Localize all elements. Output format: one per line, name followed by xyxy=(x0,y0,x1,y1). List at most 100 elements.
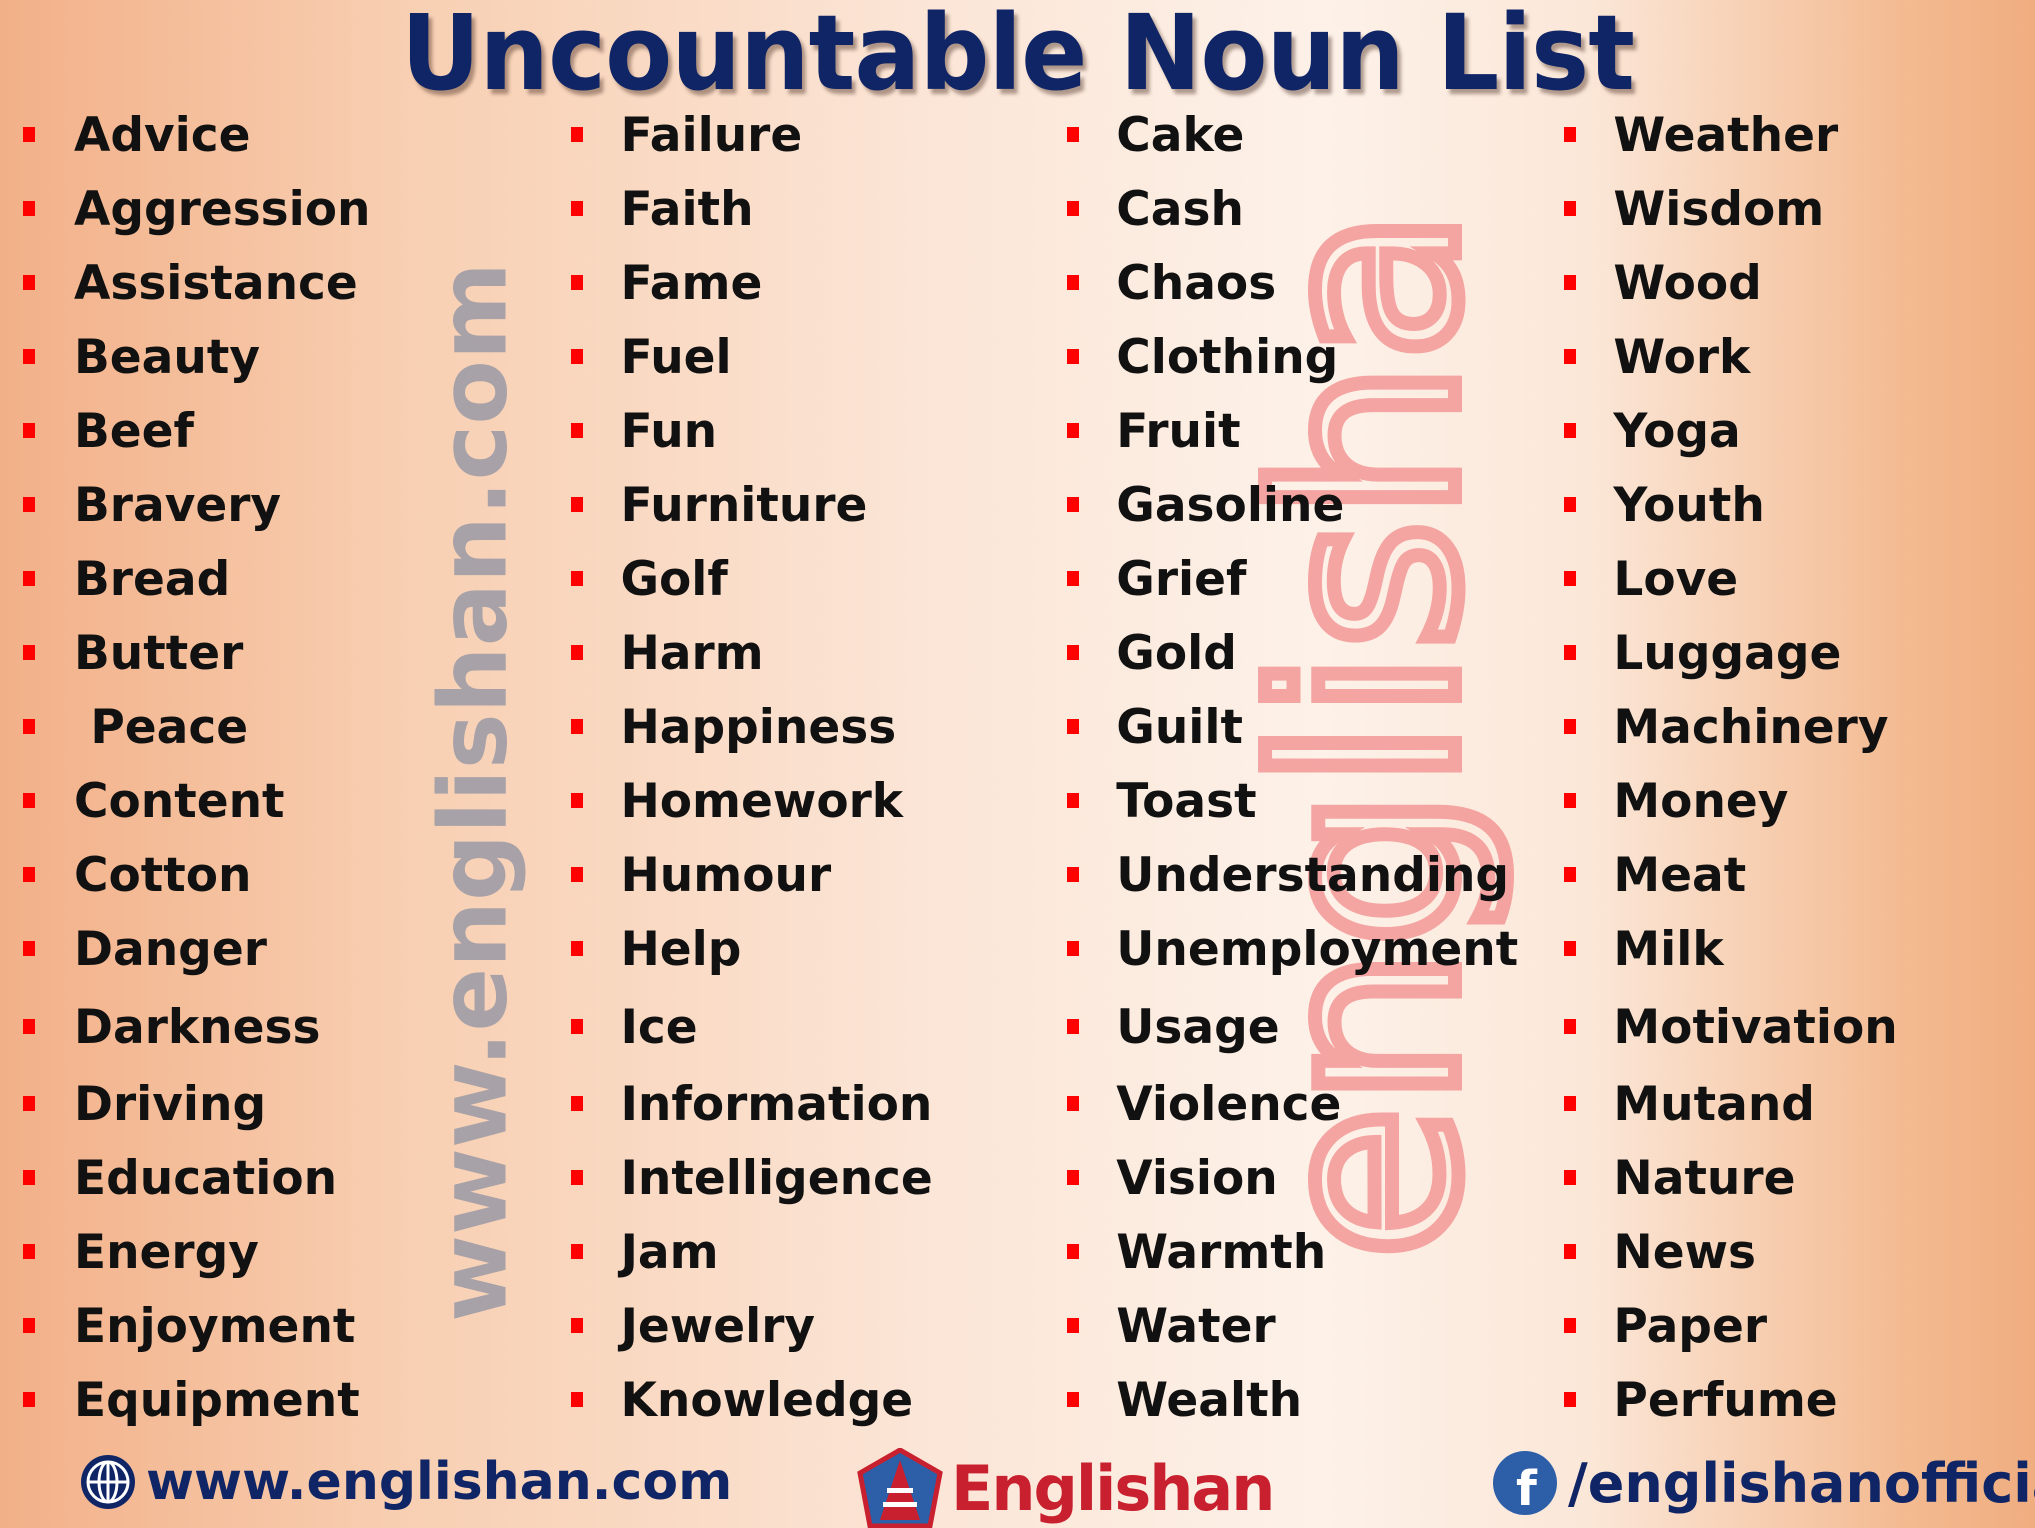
brand-emblem-icon xyxy=(857,1448,943,1528)
noun-item: Fuel xyxy=(620,329,732,385)
noun-item: Vision xyxy=(1116,1151,1278,1207)
noun-item: Motivation xyxy=(1613,999,1898,1055)
bullet-icon xyxy=(1066,718,1079,734)
bullet-icon xyxy=(23,422,36,438)
watermark-url: www.englishan.com xyxy=(419,262,529,1322)
noun-item: Fame xyxy=(620,255,763,311)
noun-item: Happiness xyxy=(620,699,897,755)
bullet-icon xyxy=(571,200,584,216)
bullet-icon xyxy=(23,940,36,956)
bullet-icon xyxy=(23,1392,36,1408)
noun-item: Faith xyxy=(620,181,754,237)
bullet-icon xyxy=(571,422,584,438)
facebook-icon: f xyxy=(1493,1451,1557,1516)
bullet-icon xyxy=(1066,1018,1079,1034)
noun-item: Cotton xyxy=(73,847,252,903)
noun-item: Information xyxy=(620,1077,933,1133)
bullet-icon xyxy=(571,348,584,364)
noun-item: Gold xyxy=(1116,625,1237,681)
footer-facebook-text: /englishanofficial xyxy=(1568,1451,2035,1515)
bullet-icon xyxy=(571,1392,584,1408)
bullet-icon xyxy=(1066,1244,1079,1260)
noun-item: Driving xyxy=(73,1077,267,1133)
noun-item: Jewelry xyxy=(620,1299,816,1355)
bullet-icon xyxy=(23,866,36,882)
bullet-icon xyxy=(1066,496,1079,512)
bullet-icon xyxy=(1066,940,1079,956)
bullet-icon xyxy=(23,570,36,586)
bullet-icon xyxy=(1564,1318,1577,1334)
footer-website-text: www.englishan.com xyxy=(146,1452,733,1512)
bullet-icon xyxy=(571,1170,584,1186)
bullet-icon xyxy=(1066,200,1079,216)
bullet-icon xyxy=(1564,718,1577,734)
globe-icon xyxy=(81,1455,135,1509)
bullet-icon xyxy=(571,570,584,586)
bullet-icon xyxy=(1564,570,1577,586)
noun-item: Milk xyxy=(1613,921,1724,977)
bullet-icon xyxy=(1564,1018,1577,1034)
bullet-icon xyxy=(1564,1096,1577,1112)
noun-item: Wisdom xyxy=(1613,181,1825,237)
noun-item: Energy xyxy=(73,1225,259,1281)
noun-item: Money xyxy=(1613,773,1789,829)
noun-item: Paper xyxy=(1613,1299,1768,1355)
bullet-icon xyxy=(1564,422,1577,438)
brand-logo: Englishan xyxy=(855,1448,1275,1528)
bullet-icon xyxy=(23,1096,36,1112)
bullet-icon xyxy=(571,940,584,956)
bullet-icon xyxy=(1564,940,1577,956)
noun-item: Help xyxy=(620,921,742,977)
bullet-icon xyxy=(1066,1170,1079,1186)
footer-facebook[interactable]: f /englishanofficial xyxy=(1492,1450,2035,1516)
bullet-icon xyxy=(571,274,584,290)
bullet-icon xyxy=(1066,1318,1079,1334)
bullet-icon xyxy=(1066,422,1079,438)
noun-item: Ice xyxy=(620,999,698,1055)
noun-item: Weather xyxy=(1613,107,1839,163)
bullet-icon xyxy=(571,1244,584,1260)
bullet-icon xyxy=(1564,348,1577,364)
noun-item: Darkness xyxy=(73,999,321,1055)
bullet-icon xyxy=(1564,126,1577,142)
noun-item: Fruit xyxy=(1116,403,1241,459)
bullet-icon xyxy=(1066,644,1079,660)
noun-item: Jam xyxy=(620,1225,719,1281)
noun-item: Work xyxy=(1613,329,1751,385)
noun-item: Intelligence xyxy=(620,1151,933,1207)
bullet-icon xyxy=(571,644,584,660)
bullet-icon xyxy=(1066,1096,1079,1112)
noun-item: Toast xyxy=(1116,773,1257,829)
bullet-icon xyxy=(1066,274,1079,290)
noun-item: Yoga xyxy=(1613,403,1741,459)
noun-item: Advice xyxy=(73,107,251,163)
noun-item: Chaos xyxy=(1116,255,1277,311)
noun-item: Machinery xyxy=(1613,699,1889,755)
noun-item: Fun xyxy=(620,403,718,459)
noun-item: Perfume xyxy=(1613,1373,1838,1429)
noun-item: Clothing xyxy=(1116,329,1339,385)
noun-item: Luggage xyxy=(1613,625,1842,681)
bullet-icon xyxy=(23,200,36,216)
noun-item: Nature xyxy=(1613,1151,1796,1207)
noun-item: Bread xyxy=(73,551,231,607)
noun-item: Wood xyxy=(1613,255,1762,311)
noun-item: Equipment xyxy=(73,1373,360,1429)
noun-item: Love xyxy=(1613,551,1739,607)
bullet-icon xyxy=(1564,866,1577,882)
noun-item: Beef xyxy=(73,403,195,459)
bullet-icon xyxy=(23,1170,36,1186)
bullet-icon xyxy=(1066,348,1079,364)
noun-item: News xyxy=(1613,1225,1757,1281)
bullet-icon xyxy=(1564,496,1577,512)
noun-item: Aggression xyxy=(73,181,371,237)
bullet-icon xyxy=(1564,644,1577,660)
brand-name: Englishan xyxy=(951,1451,1275,1525)
noun-item: Assistance xyxy=(73,255,358,311)
noun-item: Warmth xyxy=(1116,1225,1327,1281)
bullet-icon xyxy=(571,1018,584,1034)
bullet-icon xyxy=(1066,126,1079,142)
footer-website[interactable]: www.englishan.com xyxy=(78,1452,732,1512)
noun-item: Knowledge xyxy=(620,1373,914,1429)
noun-item: Harm xyxy=(620,625,764,681)
